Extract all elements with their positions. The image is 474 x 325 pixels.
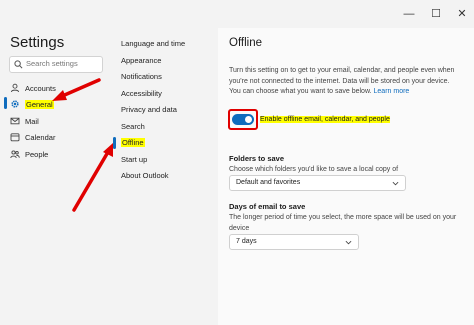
days-dropdown[interactable]: 7 days — [229, 234, 359, 250]
subnav-item-accessibility[interactable]: Accessibility — [121, 89, 162, 98]
subnav-item-notifications[interactable]: Notifications — [121, 72, 162, 81]
subnav-item-offline[interactable]: Offline — [121, 138, 145, 147]
sidebar-item-label: People — [25, 149, 49, 159]
subnav-item-privacy-and-data[interactable]: Privacy and data — [121, 105, 177, 114]
close-button[interactable]: ✕ — [449, 5, 474, 23]
days-dropdown-value: 7 days — [236, 238, 257, 245]
subnav-item-search[interactable]: Search — [121, 122, 145, 131]
subnav-item-about-outlook[interactable]: About Outlook — [121, 171, 169, 180]
minimize-button[interactable]: — — [396, 5, 422, 23]
calendar-icon — [10, 133, 20, 142]
offline-toggle-label: Enable offline email, calendar, and peop… — [260, 116, 390, 123]
search-input[interactable]: Search settings — [9, 56, 103, 73]
subnav-item-appearance[interactable]: Appearance — [121, 56, 161, 65]
maximize-button[interactable]: ☐ — [423, 5, 449, 23]
person-icon — [11, 83, 19, 93]
folders-description: Choose which folders you'd like to save … — [229, 166, 399, 173]
folders-dropdown[interactable]: Default and favorites — [229, 175, 406, 191]
sidebar-item-label: Mail — [25, 116, 39, 126]
outlook-settings-window: Settings Search settings Accounts Genera… — [0, 0, 474, 325]
settings-title: Settings — [10, 34, 65, 51]
days-heading: Days of email to save — [229, 202, 306, 211]
people-icon — [10, 150, 20, 159]
search-icon — [14, 60, 23, 69]
sidebar-item-label: Calendar — [25, 132, 56, 142]
sidebar-item-mail[interactable]: Mail — [10, 114, 39, 128]
folders-dropdown-value: Default and favorites — [236, 179, 301, 186]
offline-settings-panel: Offline Turn this setting on to get to y… — [218, 28, 474, 325]
subnav-item-start-up[interactable]: Start up — [121, 155, 147, 164]
offline-toggle[interactable] — [232, 114, 254, 125]
page-title: Offline — [229, 37, 263, 49]
chevron-down-icon — [392, 181, 399, 186]
description-text: Turn this setting on to get to your emai… — [229, 67, 455, 95]
selection-indicator — [113, 137, 116, 149]
subnav-item-language-and-time[interactable]: Language and time — [121, 39, 185, 48]
sidebar-item-label: Accounts — [25, 83, 56, 93]
learn-more-link[interactable]: Learn more — [374, 88, 410, 95]
days-description: The longer period of time you select, th… — [229, 214, 457, 232]
toggle-knob — [245, 116, 252, 123]
mail-icon — [10, 117, 20, 125]
selection-indicator — [4, 97, 7, 109]
title-bar: — ☐ ✕ — [0, 0, 474, 28]
sidebar-item-accounts[interactable]: Accounts — [10, 81, 56, 95]
general-subnav: Language and time Appearance Notificatio… — [110, 28, 218, 325]
sidebar-item-general[interactable]: General — [10, 97, 54, 111]
search-placeholder: Search settings — [26, 59, 78, 68]
sidebar-item-calendar[interactable]: Calendar — [10, 130, 55, 144]
offline-description: Turn this setting on to get to your emai… — [229, 66, 461, 98]
chevron-down-icon — [345, 240, 352, 245]
folders-heading: Folders to save — [229, 154, 285, 163]
sidebar-item-people[interactable]: People — [10, 147, 48, 161]
gear-icon — [11, 100, 19, 108]
settings-sidebar: Settings Search settings Accounts Genera… — [0, 0, 110, 325]
sidebar-item-label: General — [25, 99, 54, 109]
